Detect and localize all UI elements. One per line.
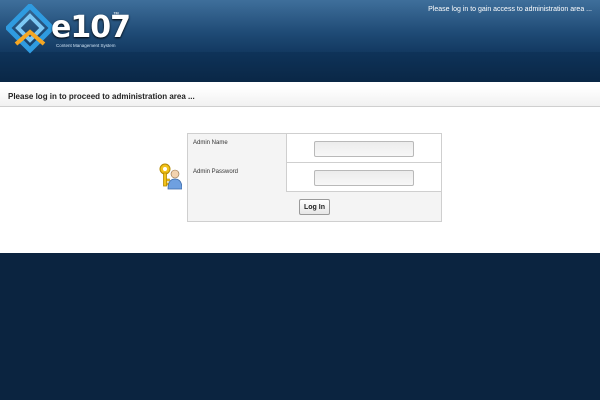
logo-trademark: ™ — [113, 12, 119, 18]
admin-password-label-cell: Admin Password — [188, 163, 287, 192]
admin-name-input-cell — [287, 134, 441, 163]
login-form: Admin Name Admin Password Log In — [187, 133, 442, 222]
admin-name-label: Admin Name — [193, 140, 228, 146]
admin-password-input-cell — [287, 163, 441, 192]
e107-logo-icon — [6, 4, 56, 54]
page-title: Please log in to proceed to administrati… — [8, 92, 195, 101]
admin-password-row: Admin Password — [188, 163, 441, 192]
login-button-row: Log In — [188, 192, 441, 221]
header-message: Please log in to gain access to administ… — [428, 6, 592, 13]
header-band — [0, 52, 600, 82]
title-bar: Please log in to proceed to administrati… — [0, 87, 600, 107]
key-user-icon — [158, 162, 183, 190]
admin-name-input[interactable] — [314, 141, 414, 157]
admin-name-row: Admin Name — [188, 134, 441, 163]
main-content: Please log in to proceed to administrati… — [0, 82, 600, 253]
admin-password-input[interactable] — [314, 170, 414, 186]
header: e107 ™ Content Management System Please … — [0, 0, 600, 82]
logo-subtitle: Content Management System — [56, 43, 116, 48]
admin-name-label-cell: Admin Name — [188, 134, 287, 163]
e107-logo[interactable]: e107 ™ Content Management System — [6, 4, 131, 54]
login-button[interactable]: Log In — [299, 199, 330, 215]
admin-password-label: Admin Password — [193, 169, 239, 175]
